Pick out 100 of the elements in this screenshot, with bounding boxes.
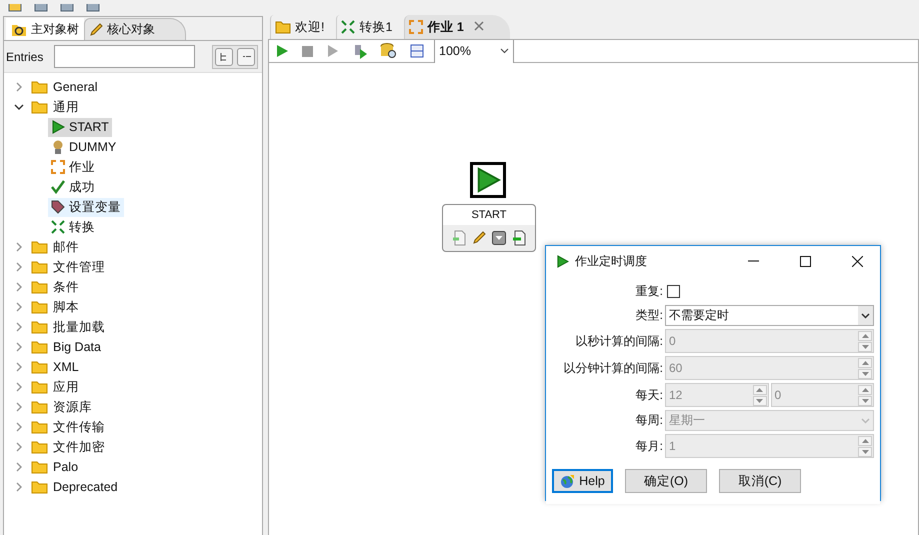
tree-folder[interactable]: General bbox=[53, 80, 98, 94]
folder-icon bbox=[31, 300, 48, 314]
editor-tab[interactable]: 作业 1 bbox=[404, 15, 510, 39]
tree-folder[interactable]: 邮件 bbox=[53, 238, 79, 256]
expand-icon[interactable] bbox=[14, 242, 24, 252]
tree-folder[interactable]: 条件 bbox=[53, 278, 79, 296]
globe-icon bbox=[560, 474, 576, 488]
tree-item[interactable]: DUMMY bbox=[48, 138, 120, 156]
collapse-icon[interactable] bbox=[14, 102, 24, 112]
tree-folder[interactable]: Big Data bbox=[53, 340, 101, 354]
tree-item[interactable]: 成功 bbox=[48, 178, 98, 196]
toolbar-icon[interactable] bbox=[8, 4, 22, 12]
expand-icon[interactable] bbox=[14, 282, 24, 292]
tree-folder[interactable]: 资源库 bbox=[53, 398, 92, 416]
folder-icon bbox=[31, 80, 48, 94]
arrows-icon bbox=[341, 20, 356, 34]
tag-icon bbox=[51, 200, 65, 214]
repeat-checkbox[interactable] bbox=[667, 285, 680, 298]
minimize-icon bbox=[748, 260, 758, 262]
layout-icon[interactable] bbox=[410, 44, 424, 58]
run-icon[interactable] bbox=[275, 44, 289, 58]
dropdown-icon[interactable] bbox=[492, 231, 506, 245]
start-node[interactable] bbox=[470, 162, 506, 198]
zoom-select[interactable]: 100% bbox=[434, 40, 514, 62]
pencil-icon bbox=[89, 22, 103, 36]
arrows-icon bbox=[51, 220, 65, 234]
pencil-icon[interactable] bbox=[472, 231, 486, 245]
folder-icon bbox=[31, 460, 48, 474]
expand-icon[interactable] bbox=[14, 442, 24, 452]
expand-icon[interactable] bbox=[14, 462, 24, 472]
dialog-title: 作业定时调度 bbox=[575, 252, 648, 270]
expand-icon[interactable] bbox=[14, 322, 24, 332]
editor-tab[interactable]: 欢迎! bbox=[270, 15, 336, 39]
dummy-icon bbox=[51, 140, 65, 154]
editor-tab[interactable]: 转换1 bbox=[336, 15, 404, 39]
play-icon bbox=[475, 167, 501, 193]
expand-icon[interactable] bbox=[14, 402, 24, 412]
folder-icon bbox=[31, 320, 48, 334]
folder-icon bbox=[31, 400, 48, 414]
caret-icon bbox=[861, 312, 870, 318]
folder-icon bbox=[31, 380, 48, 394]
checkmark-icon bbox=[51, 180, 65, 194]
toolbar-icon[interactable] bbox=[34, 4, 48, 12]
expand-icon[interactable] bbox=[14, 482, 24, 492]
expand-icon[interactable] bbox=[14, 422, 24, 432]
tree-item[interactable]: 转换 bbox=[48, 218, 98, 236]
tree-icon bbox=[219, 52, 229, 62]
help-button[interactable]: Help bbox=[552, 469, 613, 493]
output-page-icon[interactable] bbox=[512, 230, 526, 246]
toolbar-icon[interactable] bbox=[60, 4, 74, 12]
tree-folder[interactable]: 脚本 bbox=[53, 298, 79, 316]
field-label: 每天: bbox=[634, 386, 663, 404]
maximize-icon bbox=[800, 256, 810, 266]
tree-folder[interactable]: Deprecated bbox=[53, 480, 118, 494]
toolbar-icon[interactable] bbox=[86, 4, 100, 12]
panel-tab[interactable]: 核心对象 bbox=[84, 18, 186, 40]
arrows-icon bbox=[51, 160, 65, 174]
tree-view-button[interactable] bbox=[215, 48, 233, 66]
dialog-button[interactable]: 取消(C) bbox=[719, 469, 801, 493]
expand-icon[interactable] bbox=[14, 382, 24, 392]
folder-icon bbox=[31, 240, 48, 254]
replay-icon[interactable] bbox=[326, 44, 340, 58]
stop-icon[interactable] bbox=[301, 44, 314, 58]
panel-tab[interactable]: 主对象树 bbox=[6, 18, 84, 40]
expand-icon[interactable] bbox=[14, 342, 24, 352]
arrows-icon bbox=[409, 20, 424, 34]
folder-icon bbox=[31, 360, 48, 374]
tree-folder[interactable]: 应用 bbox=[53, 378, 79, 396]
field-label: 类型: bbox=[634, 307, 663, 324]
play-icon bbox=[51, 120, 65, 134]
tree-folder[interactable]: XML bbox=[53, 360, 79, 374]
tree-folder[interactable]: 通用 bbox=[53, 98, 79, 116]
database-search-icon[interactable] bbox=[380, 43, 398, 59]
list-view-button[interactable] bbox=[237, 48, 255, 66]
close-icon bbox=[852, 256, 862, 266]
tree-folder[interactable]: Palo bbox=[53, 460, 78, 474]
expand-icon[interactable] bbox=[14, 362, 24, 372]
folder-icon bbox=[31, 440, 48, 454]
expand-icon[interactable] bbox=[14, 82, 24, 92]
field-label: 重复: bbox=[634, 282, 663, 300]
debug-run-icon[interactable] bbox=[352, 43, 368, 59]
dialog-button[interactable]: 确定(O) bbox=[625, 469, 707, 493]
tree-folder[interactable]: 文件管理 bbox=[53, 258, 105, 276]
dropdown[interactable]: 不需要定时 bbox=[665, 305, 874, 326]
caret-icon bbox=[500, 48, 509, 54]
entries-field[interactable] bbox=[54, 45, 195, 68]
tree-item[interactable]: 作业 bbox=[48, 158, 98, 176]
expand-icon[interactable] bbox=[14, 302, 24, 312]
tree-folder[interactable]: 文件传输 bbox=[53, 418, 105, 436]
entries-label: Entries bbox=[6, 50, 44, 64]
folder-icon bbox=[31, 100, 48, 114]
tree-folder[interactable]: 文件加密 bbox=[53, 438, 105, 456]
input-page-icon[interactable] bbox=[452, 230, 466, 246]
tree-folder[interactable]: 批量加载 bbox=[53, 318, 105, 336]
search-icon bbox=[11, 22, 27, 36]
tree-item[interactable]: START bbox=[48, 118, 112, 136]
expand-icon[interactable] bbox=[14, 262, 24, 272]
folder-icon bbox=[275, 20, 291, 34]
tree-item[interactable]: 设置变量 bbox=[48, 198, 124, 216]
field-label: 以秒计算的间隔: bbox=[574, 332, 663, 350]
